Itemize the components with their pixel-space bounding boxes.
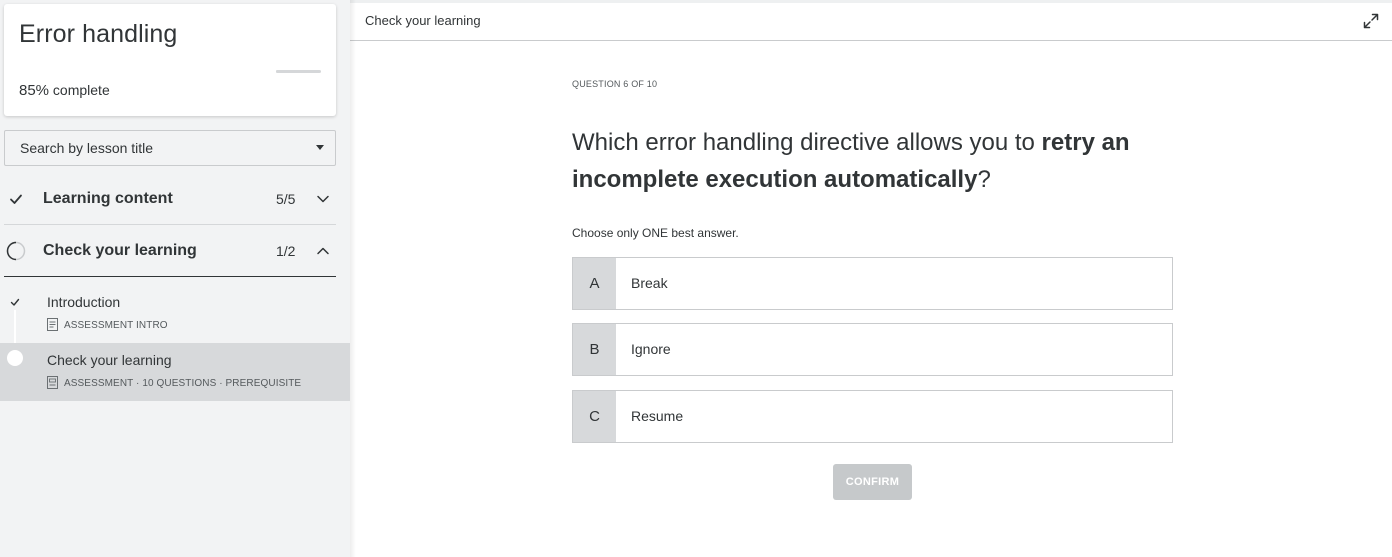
caret-down-icon — [316, 145, 324, 150]
check-icon — [10, 298, 20, 306]
option-letter: A — [573, 258, 616, 309]
expand-icon[interactable] — [1362, 12, 1380, 30]
progress-bar — [276, 70, 321, 73]
sidebar-shadow — [350, 0, 356, 557]
progress-ring-icon — [6, 241, 26, 261]
main-header: Check your learning — [350, 3, 1392, 41]
progress-suffix: complete — [52, 82, 110, 98]
section-check-your-learning[interactable]: Check your learning 1/2 — [4, 225, 336, 277]
header-title: Check your learning — [365, 13, 481, 28]
lesson-meta: ASSESSMENT INTRO — [47, 318, 168, 331]
confirm-button[interactable]: CONFIRM — [833, 464, 912, 500]
document-icon — [47, 318, 58, 331]
chevron-down-icon — [317, 195, 329, 203]
section-learning-content[interactable]: Learning content 5/5 — [4, 173, 336, 225]
lesson-introduction[interactable]: Introduction ASSESSMENT INTRO — [0, 286, 350, 344]
question-text: Which error handling directive allows yo… — [572, 124, 1192, 198]
course-card: Error handling 85% complete — [4, 4, 336, 116]
answer-option-c[interactable]: C Resume — [572, 390, 1173, 443]
option-letter: B — [573, 324, 616, 375]
progress-text: 85% complete — [19, 82, 110, 99]
section-count: 1/2 — [276, 243, 296, 259]
search-placeholder: Search by lesson title — [20, 140, 154, 156]
course-title: Error handling — [19, 20, 178, 48]
question-text-plain: Which error handling directive allows yo… — [572, 129, 1042, 156]
section-title: Check your learning — [43, 242, 197, 259]
answer-instruction: Choose only ONE best answer. — [572, 226, 739, 240]
app-root: Error handling 85% complete Search by le… — [0, 0, 1392, 557]
answer-option-a[interactable]: A Break — [572, 257, 1173, 310]
sidebar: Error handling 85% complete Search by le… — [0, 0, 350, 557]
chevron-up-icon — [317, 247, 329, 255]
question-text-end: ? — [977, 166, 991, 193]
lesson-title: Introduction — [47, 294, 121, 310]
main-content: Check your learning QUESTION 6 OF 10 Whi… — [350, 0, 1392, 557]
section-count: 5/5 — [276, 191, 296, 207]
lesson-meta: ASSESSMENT · 10 QUESTIONS · PREREQUISITE — [47, 376, 301, 389]
progress-fill — [276, 70, 315, 73]
option-label: Ignore — [631, 341, 671, 357]
progress-percent: 85% — [19, 82, 50, 99]
section-title: Learning content — [43, 190, 173, 207]
lesson-search-select[interactable]: Search by lesson title — [4, 130, 336, 166]
quiz-document-icon — [47, 376, 58, 389]
option-label: Resume — [631, 408, 684, 424]
lesson-check-your-learning[interactable]: Check your learning ASSESSMENT · 10 QUES… — [0, 343, 350, 401]
current-lesson-dot — [7, 350, 23, 366]
lesson-meta-text: ASSESSMENT · 10 QUESTIONS · PREREQUISITE — [64, 378, 302, 389]
check-icon — [10, 194, 22, 204]
answer-option-b[interactable]: B Ignore — [572, 323, 1173, 376]
lesson-title: Check your learning — [47, 352, 172, 368]
option-letter: C — [573, 391, 616, 442]
lesson-meta-text: ASSESSMENT INTRO — [64, 320, 168, 331]
option-label: Break — [631, 275, 668, 291]
question-counter: QUESTION 6 OF 10 — [572, 79, 658, 89]
